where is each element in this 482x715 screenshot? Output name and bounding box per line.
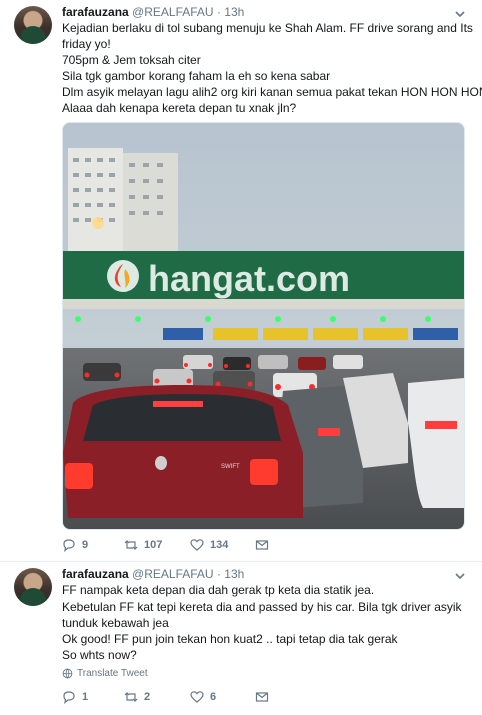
watermark-text: hangat.com — [148, 258, 350, 299]
chevron-down-icon[interactable] — [454, 570, 466, 582]
tweet-text-line: So whts now? — [62, 648, 137, 662]
tweet-header: farafauzana @REALFAFAU · 13h — [62, 567, 244, 581]
tweet-text-line: 705pm & Jem toksah citer — [62, 53, 201, 67]
reply-icon — [63, 539, 75, 552]
timestamp[interactable]: 13h — [224, 567, 244, 581]
reply-button[interactable]: 1 — [62, 690, 88, 704]
heart-icon — [190, 691, 204, 703]
translate-tweet-link[interactable]: Translate Tweet — [62, 668, 148, 679]
translate-label: Translate Tweet — [77, 668, 148, 679]
retweet-count: 2 — [144, 691, 151, 703]
tweet-text-line: FF nampak keta depan dia dah gerak tp ke… — [62, 583, 375, 597]
traffic-photo: hangat.com SWIFT — [63, 123, 464, 529]
car-badge: SWIFT — [221, 464, 240, 470]
author-name[interactable]: farafauzana — [62, 5, 129, 19]
tweet-text-line: tunduk kebawah jea — [62, 616, 169, 630]
message-button[interactable] — [255, 690, 269, 704]
globe-icon — [62, 668, 73, 679]
tweet-text-line: Sila tgk gambor korang faham la eh so ke… — [62, 69, 331, 83]
retweet-icon — [124, 540, 138, 550]
tweet-text-line: Dlm asyik melayan lagu alih2 org kiri ka… — [62, 85, 482, 99]
retweet-count: 107 — [144, 539, 163, 551]
tweet-text-line: Kebetulan FF kat tepi kereta dia and pas… — [62, 600, 462, 614]
tweet-2[interactable]: farafauzana @REALFAFAU · 13h FF nampak k… — [0, 562, 482, 715]
chevron-down-icon[interactable] — [454, 8, 466, 20]
tweet-text-line: Alaaa dah kenapa kereta depan tu xnak jl… — [62, 101, 297, 115]
timestamp[interactable]: 13h — [224, 5, 244, 19]
author-handle[interactable]: @REALFAFAU — [132, 5, 214, 19]
tweet-photo[interactable]: hangat.com SWIFT — [62, 122, 465, 530]
heart-icon — [190, 539, 204, 551]
like-button[interactable]: 134 — [190, 538, 228, 552]
reply-button[interactable]: 9 — [62, 538, 88, 552]
tweet-text-line: Kejadian berlaku di tol subang menuju ke… — [62, 21, 473, 35]
retweet-button[interactable]: 2 — [124, 690, 150, 704]
reply-count: 9 — [82, 539, 89, 551]
envelope-icon — [255, 692, 269, 702]
avatar[interactable] — [14, 6, 52, 44]
author-handle[interactable]: @REALFAFAU — [132, 567, 214, 581]
author-name[interactable]: farafauzana — [62, 567, 129, 581]
retweet-button[interactable]: 107 — [124, 538, 162, 552]
retweet-icon — [124, 692, 138, 702]
separator: · — [216, 567, 221, 581]
avatar[interactable] — [14, 568, 52, 606]
envelope-icon — [255, 540, 269, 550]
reply-count: 1 — [82, 691, 89, 703]
tweet-text-line: friday yo! — [62, 37, 111, 51]
reply-icon — [63, 691, 75, 704]
like-count: 134 — [210, 539, 229, 551]
like-count: 6 — [210, 691, 217, 703]
tweet-text-line: Ok good! FF pun join tekan hon kuat2 .. … — [62, 632, 398, 646]
like-button[interactable]: 6 — [190, 690, 216, 704]
tweet-1[interactable]: farafauzana @REALFAFAU · 13h Kejadian be… — [0, 0, 482, 560]
separator: · — [216, 5, 221, 19]
tweet-header: farafauzana @REALFAFAU · 13h — [62, 5, 244, 19]
message-button[interactable] — [255, 538, 269, 552]
